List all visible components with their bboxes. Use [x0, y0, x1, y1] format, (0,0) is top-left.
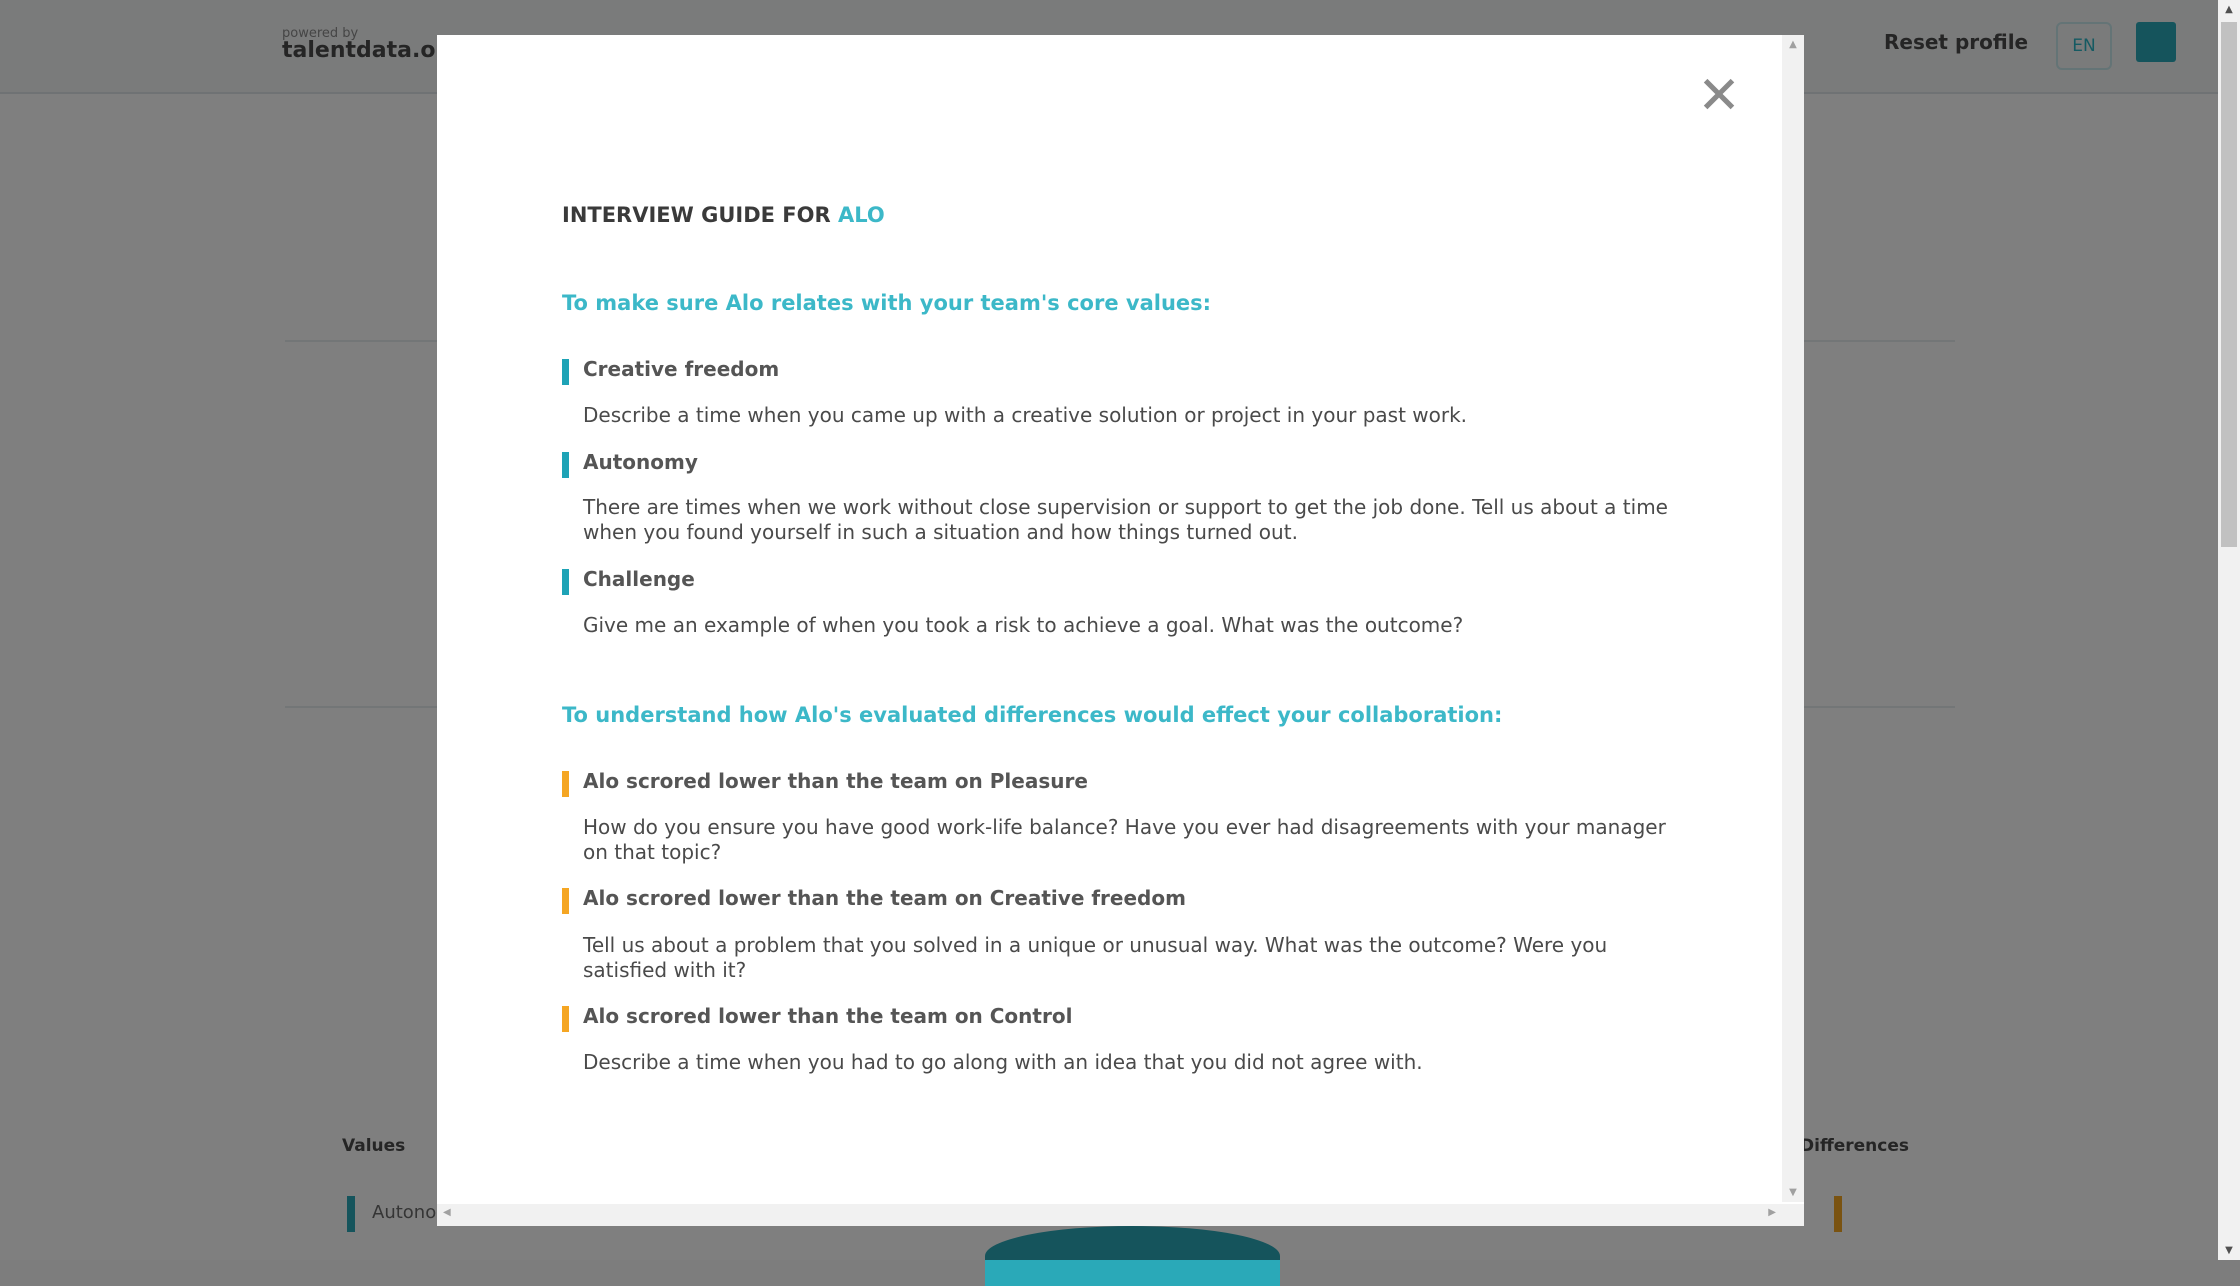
- scroll-left-icon[interactable]: ◀: [443, 1207, 451, 1218]
- difference-item-label: Alo scrored lower than the team on Pleas…: [583, 769, 1088, 793]
- values-section-heading: To make sure Alo relates with your team'…: [562, 291, 1212, 315]
- modal-vertical-scrollbar[interactable]: ▲ ▼: [1782, 35, 1804, 1202]
- difference-item-title: Alo scrored lower than the team on Creat…: [562, 886, 1186, 914]
- difference-item-question: Tell us about a problem that you solved …: [583, 933, 1608, 982]
- value-item-question: Give me an example of when you took a ri…: [583, 613, 1464, 637]
- scroll-up-icon[interactable]: ▲: [2218, 4, 2240, 15]
- scrollbar-corner: [1782, 1204, 1804, 1226]
- value-item-title: Creative freedom: [562, 357, 780, 385]
- value-item-label: Autonomy: [583, 450, 698, 474]
- difference-marker: [562, 771, 569, 797]
- difference-item-label: Alo scrored lower than the team on Contr…: [583, 1004, 1073, 1028]
- value-item-label: Creative freedom: [583, 357, 780, 381]
- modal-title: INTERVIEW GUIDE FOR ALO: [562, 203, 885, 227]
- value-item-title: Autonomy: [562, 450, 698, 478]
- close-icon[interactable]: ✕: [1694, 70, 1744, 122]
- value-marker: [562, 452, 569, 478]
- modal-horizontal-scrollbar[interactable]: ◀ ▶: [437, 1204, 1782, 1226]
- scroll-down-icon[interactable]: ▼: [1782, 1187, 1804, 1198]
- difference-item-label: Alo scrored lower than the team on Creat…: [583, 886, 1186, 910]
- scroll-right-icon[interactable]: ▶: [1768, 1207, 1776, 1218]
- difference-item-title: Alo scrored lower than the team on Contr…: [562, 1004, 1073, 1032]
- value-item-title: Challenge: [562, 567, 695, 595]
- difference-item-question: Describe a time when you had to go along…: [583, 1050, 1423, 1074]
- difference-item-question: How do you ensure you have good work-lif…: [583, 815, 1666, 864]
- differences-section-heading: To understand how Alo's evaluated differ…: [562, 703, 1503, 727]
- value-item-question: There are times when we work without clo…: [583, 495, 1668, 544]
- value-marker: [562, 569, 569, 595]
- value-item-question: Describe a time when you came up with a …: [583, 403, 1468, 427]
- difference-item-title: Alo scrored lower than the team on Pleas…: [562, 769, 1088, 797]
- modal-title-prefix: INTERVIEW GUIDE FOR: [562, 203, 838, 227]
- value-item-label: Challenge: [583, 567, 695, 591]
- interview-guide-modal: ✕ INTERVIEW GUIDE FOR ALO To make sure A…: [437, 35, 1804, 1226]
- scroll-up-icon[interactable]: ▲: [1782, 39, 1804, 50]
- value-marker: [562, 359, 569, 385]
- difference-marker: [562, 888, 569, 914]
- scroll-down-icon[interactable]: ▼: [2218, 1245, 2240, 1256]
- candidate-name: ALO: [837, 203, 885, 227]
- page-scrollbar[interactable]: ▲ ▼: [2218, 0, 2240, 1260]
- page-scrollbar-thumb[interactable]: [2221, 22, 2237, 547]
- difference-marker: [562, 1006, 569, 1032]
